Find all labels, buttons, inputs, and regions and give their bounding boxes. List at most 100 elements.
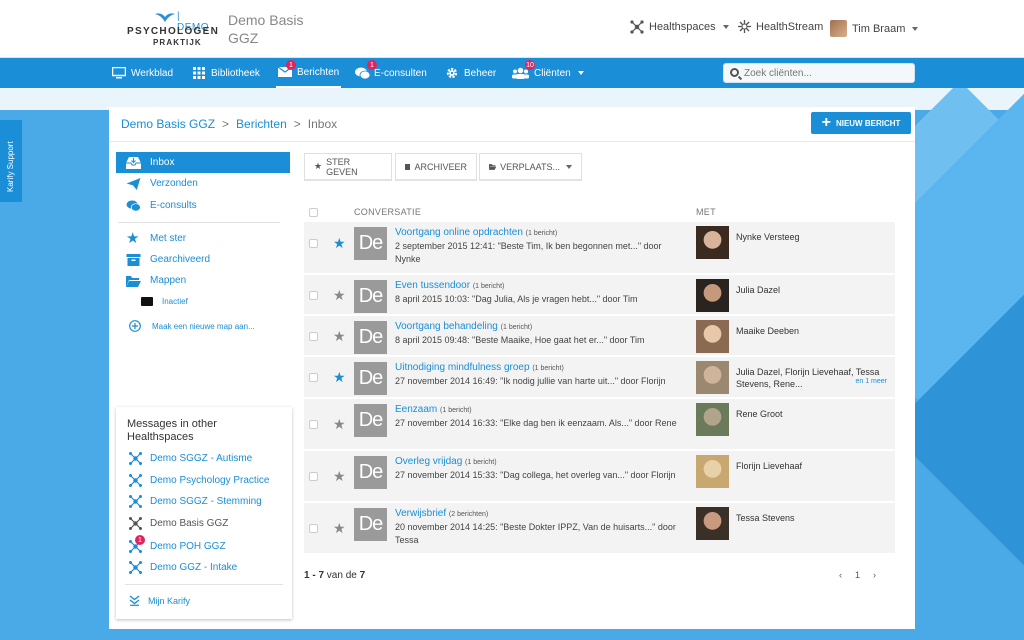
conversation-subject[interactable]: Uitnodiging mindfulness groep (1 bericht… xyxy=(395,362,564,373)
healthspace-link[interactable]: Demo GGZ - Intake xyxy=(129,561,237,574)
select-all-checkbox[interactable] xyxy=(309,208,318,217)
nav-werkblad[interactable]: Werkblad xyxy=(112,58,173,88)
my-karify-link[interactable]: Mijn Karify xyxy=(129,595,190,606)
conversation-subject[interactable]: Voortgang behandeling (1 bericht) xyxy=(395,321,532,332)
row-checkbox[interactable] xyxy=(309,332,318,341)
row-checkbox[interactable] xyxy=(309,420,318,429)
sidebar-item-verzonden[interactable]: Verzonden xyxy=(116,173,290,194)
logo-line-2: PRAKTIJK xyxy=(153,38,202,47)
star-icon[interactable]: ★ xyxy=(333,235,346,252)
conversation-subject[interactable]: Verwijsbrief (2 berichten) xyxy=(395,508,488,519)
sidebar-item-label: Gearchiveerd xyxy=(150,254,211,265)
nav-clienten[interactable]: 10 Cliënten xyxy=(512,58,584,88)
sidebar-item-label: Met ster xyxy=(150,233,187,244)
table-row[interactable]: ★ De Uitnodiging mindfulness groep (1 beri… xyxy=(304,357,895,398)
healthspace-link[interactable]: Demo Psychology Practice xyxy=(129,474,270,487)
table-row[interactable]: ★ De Overleg vrijdag (1 bericht) 27 novembe… xyxy=(304,451,895,502)
avatar xyxy=(830,20,847,37)
healthspaces-menu[interactable]: Healthspaces xyxy=(630,20,729,34)
move-dropdown[interactable]: VERPLAATS... xyxy=(479,153,582,181)
participant-avatar xyxy=(696,507,729,540)
table-row[interactable]: ★ De Even tussendoor (1 bericht) 8 april 20… xyxy=(304,275,895,315)
sidebar-item-e-consults[interactable]: E-consults xyxy=(116,195,290,216)
conversation-thumbnail: De xyxy=(354,404,387,437)
karify-support-label: Karify Support xyxy=(6,141,15,192)
karify-support-tab[interactable]: Karify Support xyxy=(0,120,22,202)
row-checkbox[interactable] xyxy=(309,524,318,533)
sidebar-item-gearchiveerd[interactable]: Gearchiveerd xyxy=(116,249,290,270)
search-input[interactable] xyxy=(744,66,909,81)
participant-avatar xyxy=(696,455,729,488)
double-chevron-down-icon xyxy=(129,595,140,606)
healthspace-link[interactable]: Demo SGGZ - Autisme xyxy=(129,452,252,465)
badge: 10 xyxy=(525,60,535,70)
healthstream-link[interactable]: HealthStream xyxy=(738,20,823,33)
new-folder-label: Maak een nieuwe map aan... xyxy=(152,321,255,331)
healthspace-label: Demo SGGZ - Autisme xyxy=(150,453,253,464)
users-icon: 10 xyxy=(512,60,535,79)
healthspace-link[interactable]: Demo SGGZ - Stemming xyxy=(129,495,262,508)
new-folder-link[interactable]: Maak een nieuwe map aan... xyxy=(129,320,255,332)
healthspace-current[interactable]: Demo Basis GGZ xyxy=(129,517,228,530)
star-button[interactable]: ★ STER GEVEN xyxy=(304,153,392,181)
conversation-subject[interactable]: Even tussendoor (1 bericht) xyxy=(395,280,504,291)
archive-icon xyxy=(405,163,411,170)
healthspace-link[interactable]: 1 Demo POH GGZ xyxy=(129,535,226,553)
new-message-label: NIEUW BERICHT xyxy=(835,118,901,128)
divider xyxy=(109,141,915,142)
star-icon[interactable]: ★ xyxy=(333,328,346,345)
participant-avatar xyxy=(696,279,729,312)
star-icon[interactable]: ★ xyxy=(333,287,346,304)
conversation-thumbnail: De xyxy=(354,508,387,541)
conversation-subject[interactable]: Eenzaam (1 bericht) xyxy=(395,404,472,415)
breadcrumb-messages[interactable]: Berichten xyxy=(236,117,287,131)
next-page-icon[interactable]: › xyxy=(873,570,876,580)
breadcrumb-org[interactable]: Demo Basis GGZ xyxy=(121,117,215,131)
participant-names: Florijn Lievehaaf xyxy=(736,461,803,471)
chat-bubbles-icon: 1 xyxy=(355,60,377,80)
row-checkbox[interactable] xyxy=(309,291,318,300)
more-participants-link[interactable]: en 1 meer xyxy=(855,378,887,385)
envelope-icon: 1 xyxy=(277,60,296,78)
message-count: (1 bericht) xyxy=(440,407,472,414)
new-message-button[interactable]: + NIEUW BERICHT xyxy=(811,112,911,134)
message-count: (1 bericht) xyxy=(525,230,558,237)
page-number[interactable]: 1 xyxy=(855,570,860,580)
archive-button[interactable]: ARCHIVEER xyxy=(395,153,477,181)
star-icon[interactable]: ★ xyxy=(333,520,346,537)
conversation-preview: 2 september 2015 12:41: "Beste Tim, Ik b… xyxy=(395,241,662,264)
participant-avatar xyxy=(696,361,729,394)
star-icon[interactable]: ★ xyxy=(333,468,346,485)
user-menu[interactable]: Tim Braam xyxy=(830,20,919,37)
star-icon[interactable]: ★ xyxy=(333,416,346,433)
other-healthspaces-title: Messages in other Healthspaces xyxy=(127,418,217,443)
table-row[interactable]: ★ De Eenzaam (1 bericht) 27 november 2014 1… xyxy=(304,399,895,450)
star-icon[interactable]: ★ xyxy=(333,369,346,386)
breadcrumb-current: Inbox xyxy=(307,117,338,131)
row-checkbox[interactable] xyxy=(309,472,318,481)
prev-page-icon[interactable]: ‹ xyxy=(839,570,842,580)
table-row[interactable]: ★ De Voortgang online opdrachten (1 berich… xyxy=(304,222,895,274)
nav-berichten[interactable]: 1 Berichten xyxy=(276,58,342,88)
row-checkbox[interactable] xyxy=(309,373,318,382)
table-row[interactable]: ★ De Verwijsbrief (2 berichten) 20 november… xyxy=(304,503,895,554)
subfolder-inactief[interactable]: Inactief xyxy=(141,297,188,306)
nav-beheer[interactable]: Beheer xyxy=(445,58,496,88)
conversation-thumbnail: De xyxy=(354,456,387,489)
nav-e-consulten[interactable]: 1 E-consulten xyxy=(355,58,427,88)
sidebar-item-met-ster[interactable]: ★ Met ster xyxy=(116,228,290,249)
badge: 1 xyxy=(367,60,377,70)
search-box[interactable] xyxy=(723,63,915,83)
healthspace-icon xyxy=(129,495,142,508)
conversation-subject[interactable]: Overleg vrijdag (1 bericht) xyxy=(395,456,497,467)
nav-bibliotheek[interactable]: Bibliotheek xyxy=(192,58,260,88)
row-checkbox[interactable] xyxy=(309,239,318,248)
user-name: Tim Braam xyxy=(852,22,906,35)
logo[interactable]: | DEMO PSYCHOLOGEN PRAKTIJK xyxy=(127,10,218,50)
chevron-down-icon xyxy=(912,26,919,31)
sidebar-item-mappen[interactable]: Mappen xyxy=(116,270,290,291)
conversation-subject[interactable]: Voortgang online opdrachten (1 bericht) xyxy=(395,227,557,238)
table-row[interactable]: ★ De Voortgang behandeling (1 bericht) 8 ap… xyxy=(304,316,895,356)
sidebar-item-inbox[interactable]: Inbox xyxy=(116,152,290,173)
search-icon xyxy=(730,68,739,77)
